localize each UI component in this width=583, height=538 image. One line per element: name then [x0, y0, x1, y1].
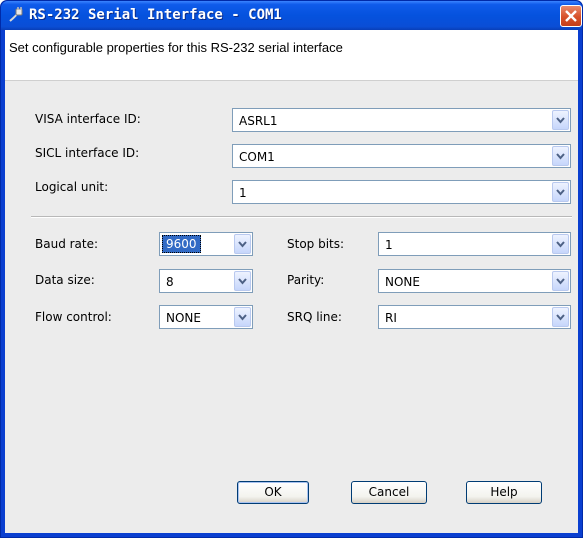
dialog-body: Set configurable properties for this RS-…: [5, 30, 578, 533]
flow-control-select[interactable]: NONE: [159, 305, 253, 329]
chevron-down-icon[interactable]: [234, 271, 251, 291]
parity-select[interactable]: NONE: [378, 269, 571, 293]
flow-control-value: NONE: [166, 311, 201, 325]
sicl-id-label: SICL interface ID:: [35, 146, 140, 160]
srq-line-label: SRQ line:: [287, 310, 342, 324]
logical-unit-value: 1: [239, 186, 247, 200]
srq-line-select[interactable]: RI: [378, 305, 571, 329]
chevron-down-icon[interactable]: [552, 234, 569, 254]
help-button[interactable]: Help: [466, 481, 542, 504]
stop-bits-label: Stop bits:: [287, 237, 345, 251]
data-size-label: Data size:: [35, 273, 95, 287]
ok-button[interactable]: OK: [237, 481, 309, 504]
baud-rate-select[interactable]: 9600: [159, 232, 253, 256]
stop-bits-select[interactable]: 1: [378, 232, 571, 256]
visa-id-value: ASRL1: [239, 114, 278, 128]
chevron-down-icon[interactable]: [552, 271, 569, 291]
baud-rate-label: Baud rate:: [35, 237, 99, 251]
parity-label: Parity:: [287, 273, 325, 287]
close-button[interactable]: [560, 5, 582, 27]
parity-value: NONE: [385, 275, 420, 289]
visa-id-label: VISA interface ID:: [35, 112, 141, 126]
chevron-down-icon[interactable]: [552, 146, 569, 166]
chevron-down-icon[interactable]: [234, 234, 251, 254]
sicl-id-select[interactable]: COM1: [232, 144, 571, 168]
window-title: RS-232 Serial Interface - COM1: [29, 7, 282, 23]
chevron-down-icon[interactable]: [552, 110, 569, 130]
chevron-down-icon[interactable]: [552, 182, 569, 202]
chevron-down-icon[interactable]: [552, 307, 569, 327]
logical-unit-select[interactable]: 1: [232, 180, 571, 204]
data-size-value: 8: [166, 275, 174, 289]
title-bar[interactable]: RS-232 Serial Interface - COM1: [1, 1, 582, 30]
data-size-select[interactable]: 8: [159, 269, 253, 293]
description-text: Set configurable properties for this RS-…: [9, 40, 343, 55]
connector-icon: [7, 6, 25, 24]
sicl-id-value: COM1: [239, 150, 275, 164]
flow-control-label: Flow control:: [35, 310, 112, 324]
visa-id-select[interactable]: ASRL1: [232, 108, 571, 132]
cancel-button[interactable]: Cancel: [351, 481, 427, 504]
close-icon: [565, 10, 577, 22]
description-band: Set configurable properties for this RS-…: [5, 30, 578, 81]
dialog-window: RS-232 Serial Interface - COM1 Set confi…: [0, 0, 583, 538]
section-divider: [31, 216, 572, 218]
baud-rate-value: 9600: [162, 235, 201, 253]
chevron-down-icon[interactable]: [234, 307, 251, 327]
stop-bits-value: 1: [385, 238, 393, 252]
srq-line-value: RI: [385, 311, 397, 325]
logical-unit-label: Logical unit:: [35, 180, 109, 194]
